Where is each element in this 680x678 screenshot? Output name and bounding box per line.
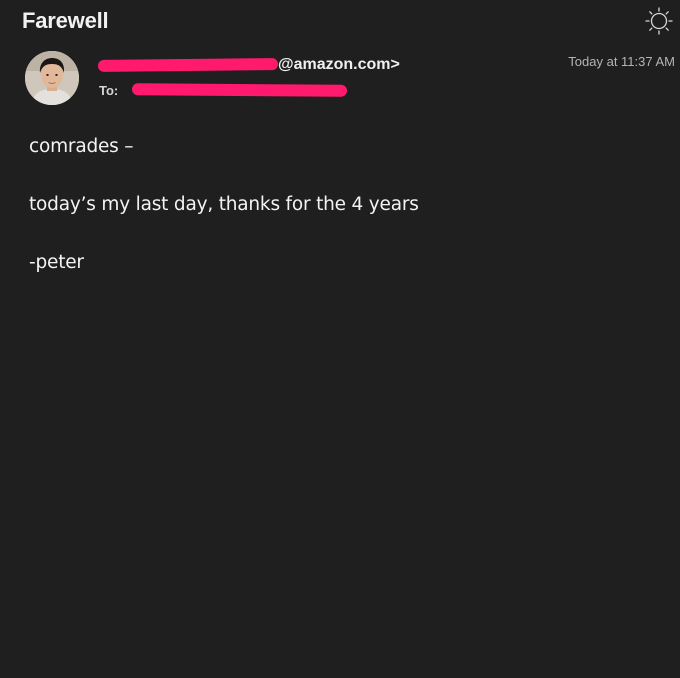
message-timestamp: Today at 11:37 AM bbox=[568, 54, 675, 69]
message-body: comrades – today’s my last day, thanks f… bbox=[29, 134, 419, 308]
sun-icon[interactable] bbox=[645, 7, 673, 35]
sender-avatar[interactable] bbox=[25, 51, 79, 105]
to-label: To: bbox=[99, 83, 119, 98]
body-line: today’s my last day, thanks for the 4 ye… bbox=[29, 194, 419, 215]
sender-line[interactable]: @amazon.com> bbox=[97, 55, 428, 77]
body-line: comrades – bbox=[29, 136, 134, 157]
avatar-photo bbox=[25, 51, 79, 105]
body-line: -peter bbox=[29, 252, 84, 273]
sender-email-domain: @amazon.com> bbox=[278, 56, 400, 73]
sender-name-redaction bbox=[97, 58, 279, 72]
recipient-redaction bbox=[131, 83, 348, 97]
recipient-line[interactable]: To: bbox=[99, 82, 359, 100]
email-subject: Farewell bbox=[22, 8, 109, 33]
